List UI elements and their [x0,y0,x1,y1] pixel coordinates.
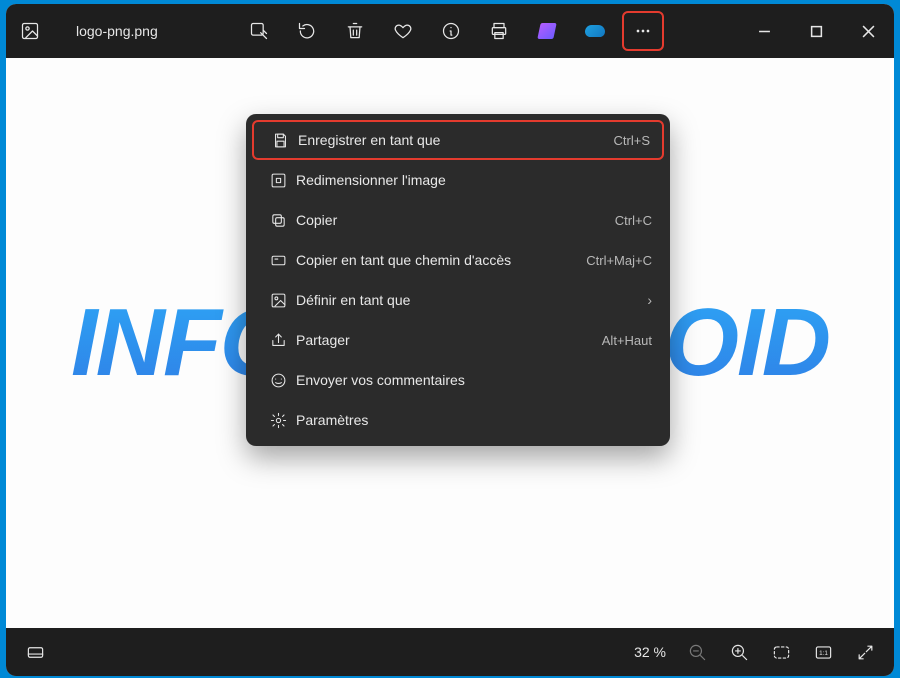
chevron-right-icon: › [647,292,652,308]
rotate-button[interactable] [286,11,328,51]
menu-item-label: Paramètres [296,412,652,428]
bottombar: 32 % 1:1 [6,628,894,676]
actual-size-button[interactable]: 1:1 [802,632,844,672]
menu-item-copy[interactable]: Copier Ctrl+C [252,200,664,240]
menu-item-label: Partager [296,332,602,348]
menu-item-set-as[interactable]: Définir en tant que › [252,280,664,320]
menu-item-label: Copier en tant que chemin d'accès [296,252,586,268]
menu-item-accel: Ctrl+C [615,213,652,228]
fullscreen-button[interactable] [844,632,886,672]
window-controls [738,4,894,58]
edit-button[interactable] [238,11,280,51]
zoom-out-button[interactable] [676,632,718,672]
menu-item-label: Redimensionner l'image [296,172,652,188]
menu-item-feedback[interactable]: Envoyer vos commentaires [252,360,664,400]
menu-item-accel: Alt+Haut [602,333,652,348]
zoom-in-button[interactable] [718,632,760,672]
filmstrip-button[interactable] [14,632,56,672]
resize-icon [264,172,292,189]
minimize-button[interactable] [738,4,790,58]
maximize-button[interactable] [790,4,842,58]
menu-item-label: Enregistrer en tant que [298,132,614,148]
share-icon [264,332,292,349]
delete-button[interactable] [334,11,376,51]
menu-item-label: Définir en tant que [296,292,647,308]
filename-label: logo-png.png [76,23,158,39]
svg-text:1:1: 1:1 [819,649,828,656]
app-icon [6,21,54,41]
menu-item-copy-path[interactable]: Copier en tant que chemin d'accès Ctrl+M… [252,240,664,280]
onedrive-icon [585,25,605,37]
menu-item-share[interactable]: Partager Alt+Haut [252,320,664,360]
image-canvas[interactable]: INFO24ANDROID Enregistrer en tant que Ct… [6,58,894,628]
menu-item-save-as[interactable]: Enregistrer en tant que Ctrl+S [252,120,664,160]
menu-item-accel: Ctrl+Maj+C [586,253,652,268]
clipchamp-button[interactable] [526,11,568,51]
copy-path-icon [264,252,292,269]
menu-item-accel: Ctrl+S [614,133,650,148]
menu-item-resize[interactable]: Redimensionner l'image [252,160,664,200]
feedback-icon [264,372,292,389]
favorite-button[interactable] [382,11,424,51]
settings-icon [264,412,292,429]
clipchamp-icon [537,23,556,39]
info-button[interactable] [430,11,472,51]
titlebar: logo-png.png [6,4,894,58]
zoom-label: 32 % [634,644,666,660]
menu-item-label: Copier [296,212,615,228]
more-context-menu: Enregistrer en tant que Ctrl+S Redimensi… [246,114,670,446]
fit-to-window-button[interactable] [760,632,802,672]
copy-icon [264,212,292,229]
toolbar [238,4,664,58]
print-button[interactable] [478,11,520,51]
menu-item-settings[interactable]: Paramètres [252,400,664,440]
onedrive-button[interactable] [574,11,616,51]
close-button[interactable] [842,4,894,58]
set-as-icon [264,292,292,309]
save-icon [266,132,294,149]
photos-window: logo-png.png [6,4,894,676]
more-button[interactable] [622,11,664,51]
menu-item-label: Envoyer vos commentaires [296,372,652,388]
